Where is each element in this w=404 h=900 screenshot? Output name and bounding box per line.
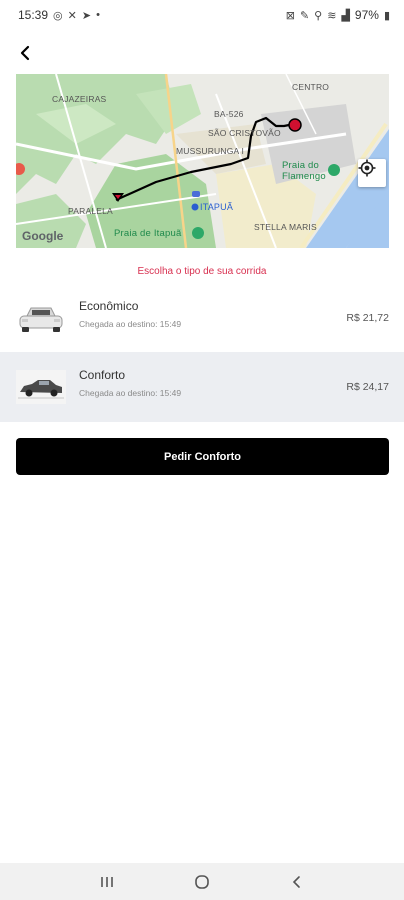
signal-icon: ▟ (341, 9, 350, 22)
option-name: Conforto (79, 368, 126, 382)
chevron-left-icon (292, 875, 300, 888)
status-left: 15:39 ◎ ✕ ➤ • (18, 8, 100, 22)
recent-apps-icon (101, 876, 114, 887)
google-logo: Google (22, 229, 64, 243)
location-icon: ⚲ (314, 9, 323, 22)
map-label-paralela: PARALELA (68, 206, 113, 216)
ride-option-economico[interactable]: Econômico Chegada ao destino: 15:49 R$ 2… (0, 283, 404, 353)
status-bar: 15:39 ◎ ✕ ➤ • ⊠ ✎ ⚲ ≋ ▟ 97% ▮ (0, 0, 404, 30)
option-texts: Conforto Chegada ao destino: 15:49 (79, 368, 181, 398)
telegram-icon: ➤ (81, 9, 92, 22)
battery-level: 97% (354, 8, 379, 22)
dot-icon: • (96, 9, 100, 21)
back-button[interactable] (12, 40, 38, 66)
ride-type-prompt: Escolha o tipo de sua corrida (137, 266, 267, 277)
map-label-centro: CENTRO (292, 82, 330, 92)
battery-icon: ▮ (383, 9, 390, 22)
map-label-stella-maris: STELLA MARIS (254, 222, 317, 232)
car-icon (16, 301, 66, 335)
my-location-button[interactable] (358, 159, 386, 187)
nfc-icon: ⊠ (285, 9, 295, 22)
ride-option-conforto[interactable]: Conforto Chegada ao destino: 15:49 R$ 24… (0, 352, 404, 422)
home-button[interactable] (182, 867, 222, 897)
recent-apps-button[interactable] (87, 867, 127, 897)
option-price: R$ 21,72 (346, 312, 389, 324)
map-label-cajazeiras: CAJAZEIRAS (52, 94, 107, 104)
crosshair-icon (358, 159, 376, 177)
map-label-praia-itapua: Praia de Itapuã (114, 228, 182, 239)
car-icon (16, 370, 66, 404)
status-time: 15:39 (18, 8, 49, 22)
option-arrival: Chegada ao destino: 15:49 (79, 319, 182, 329)
missed-call-icon: ✕ (67, 9, 77, 22)
wifi-icon: ≋ (327, 9, 337, 22)
route-map[interactable]: CAJAZEIRAS CENTRO BA-526 SÃO CRISTOVÃO M… (16, 74, 389, 248)
request-ride-button[interactable]: Pedir Conforto (16, 438, 389, 475)
map-label-mussurunga: MUSSURUNGA I (176, 146, 245, 156)
map-label-praia-flamengo: Praia do Flamengo (282, 160, 326, 182)
option-price: R$ 24,17 (346, 381, 389, 393)
mute-icon: ✎ (299, 9, 310, 22)
arrow-left-icon (20, 45, 30, 61)
map-label-sao-cristovao: SÃO CRISTOVÃO (208, 128, 281, 138)
status-right: ⊠ ✎ ⚲ ≋ ▟ 97% ▮ (286, 8, 390, 22)
home-icon (195, 874, 209, 889)
whatsapp-icon: ◎ (53, 9, 63, 22)
option-name: Econômico (79, 299, 139, 313)
option-texts: Econômico Chegada ao destino: 15:49 (79, 299, 181, 329)
option-arrival: Chegada ao destino: 15:49 (79, 388, 182, 398)
map-label-ba526: BA-526 (214, 109, 244, 119)
system-nav-bar (0, 863, 404, 900)
system-back-button[interactable] (277, 867, 317, 897)
map-label-itapua: ITAPUÃ (200, 202, 234, 212)
